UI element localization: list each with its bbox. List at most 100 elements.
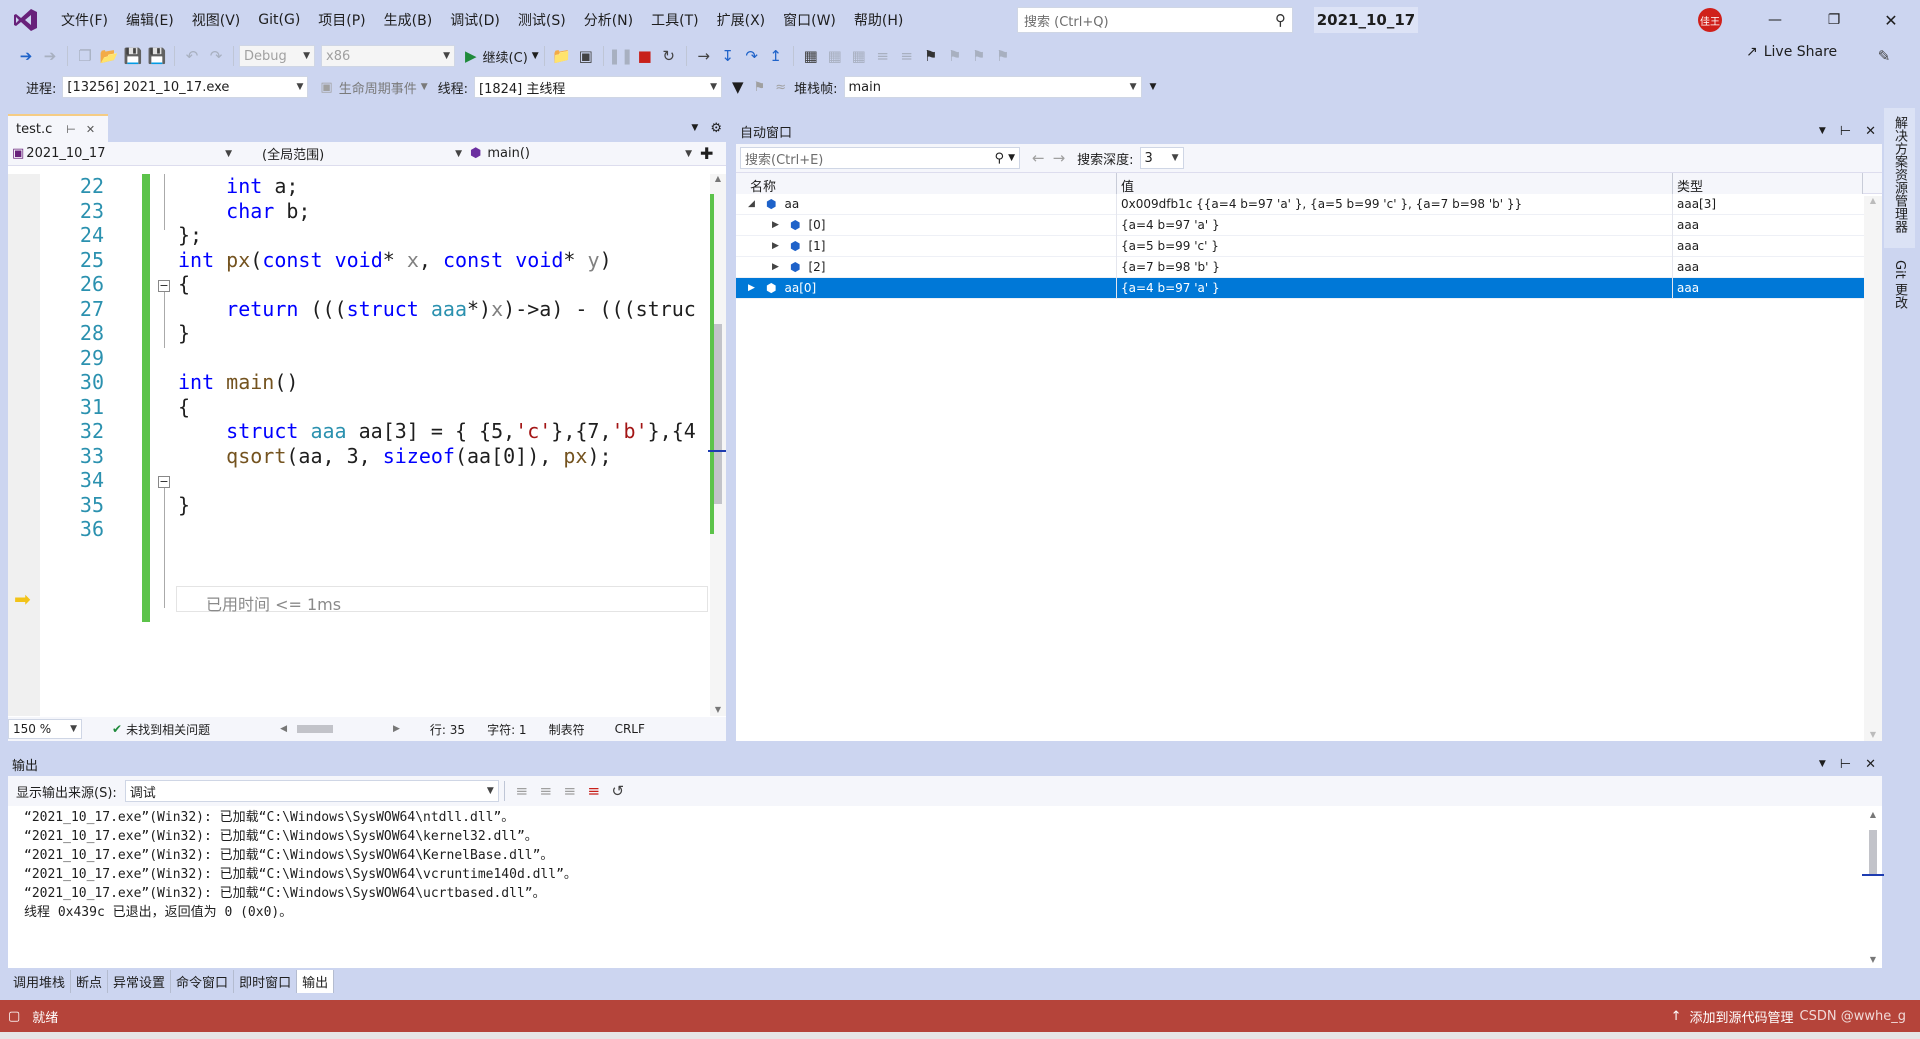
line-indicator[interactable]: 行: 35 bbox=[430, 721, 465, 738]
clear-bookmarks-icon[interactable]: ⚑ bbox=[991, 44, 1015, 68]
close-button[interactable]: ✕ bbox=[1868, 0, 1914, 40]
autos-row[interactable]: ▶ ⬢ [2] {a=7 b=98 'b' } aaa bbox=[736, 256, 1882, 278]
tool-tab[interactable]: 即时窗口 bbox=[234, 969, 298, 993]
prev-message-icon[interactable]: ≡ bbox=[534, 779, 558, 803]
process-combo[interactable]: [13256] 2021_10_17.exe ▼ bbox=[62, 76, 309, 98]
bookmark-icon[interactable]: ⚑ bbox=[919, 44, 943, 68]
output-close-icon[interactable]: ✕ bbox=[1865, 757, 1876, 772]
split-editor-icon[interactable]: ✚ bbox=[700, 144, 713, 163]
function-combo[interactable]: ⬢ main() ▼ bbox=[466, 142, 696, 165]
code-line[interactable]: 35} bbox=[8, 493, 708, 517]
autos-row[interactable]: ▶ ⬢ [0] {a=4 b=97 'a' } aaa bbox=[736, 214, 1882, 236]
expand-arrow-icon[interactable]: ▶ bbox=[772, 262, 786, 272]
variable-value[interactable]: {a=4 b=97 'a' } bbox=[1117, 214, 1673, 236]
step-over-icon[interactable]: ↷ bbox=[740, 44, 764, 68]
stack-frame-combo[interactable]: main ▼ bbox=[843, 76, 1142, 98]
code-line[interactable]: 31 { bbox=[8, 395, 708, 419]
tool-tab[interactable]: 调用堆栈 bbox=[8, 969, 72, 993]
menu-item[interactable]: 窗口(W) bbox=[774, 10, 845, 30]
column-value[interactable]: 值 bbox=[1117, 172, 1673, 195]
collapse-arrow-icon[interactable]: ◢ bbox=[748, 199, 762, 209]
scroll-right-icon[interactable]: ▶ bbox=[393, 724, 400, 734]
column-name[interactable]: 名称 bbox=[736, 172, 1117, 195]
code-line[interactable]: 25 int px(const void* x, const void* y) bbox=[8, 248, 708, 272]
zoom-combo[interactable]: 150 % ▼ bbox=[8, 719, 82, 739]
menu-item[interactable]: 测试(S) bbox=[509, 10, 575, 30]
horizontal-scroll-thumb[interactable] bbox=[297, 725, 333, 733]
hex-display-icon[interactable]: ▦ bbox=[799, 44, 823, 68]
tool-tab[interactable]: 输出 bbox=[297, 969, 335, 993]
code-line[interactable]: 23 char b; bbox=[8, 199, 708, 223]
editor-vertical-scrollbar[interactable]: ▲ ▼ bbox=[708, 174, 726, 716]
thread-combo[interactable]: [1824] 主线程 ▼ bbox=[474, 76, 723, 98]
restore-button[interactable]: ❐ bbox=[1811, 0, 1857, 40]
uncomment-icon[interactable]: ≡ bbox=[895, 44, 919, 68]
autos-row[interactable]: ▶ ⬢ aa[0] {a=4 b=97 'a' } aaa bbox=[736, 277, 1882, 299]
scroll-left-icon[interactable]: ◀ bbox=[280, 724, 287, 734]
menu-item[interactable]: 视图(V) bbox=[183, 10, 250, 30]
eol-indicator[interactable]: CRLF bbox=[615, 722, 645, 736]
feedback-icon[interactable]: ✎ bbox=[1872, 44, 1896, 68]
scroll-thumb[interactable] bbox=[714, 324, 722, 504]
output-source-combo[interactable]: 调试 ▼ bbox=[124, 780, 499, 802]
search-depth-combo[interactable]: 3 ▼ bbox=[1139, 147, 1184, 169]
pause-icon[interactable]: ❚❚ bbox=[608, 44, 633, 68]
search-box[interactable]: 搜索 (Ctrl+Q) ⚲ bbox=[1017, 7, 1293, 33]
output-pin-icon[interactable]: ⊢ bbox=[1840, 757, 1851, 772]
show-next-statement-icon[interactable]: → bbox=[692, 44, 716, 68]
output-options-icon[interactable]: ▼ bbox=[1819, 759, 1826, 769]
undo-icon[interactable]: ↶ bbox=[180, 44, 204, 68]
editor-settings-icon[interactable]: ⚙ bbox=[710, 121, 722, 136]
autos-row[interactable]: ▶ ⬢ [1] {a=5 b=99 'c' } aaa bbox=[736, 235, 1882, 257]
menu-item[interactable]: 调试(D) bbox=[441, 10, 509, 30]
code-line[interactable]: 27 return (((struct aaa*)x)->a) - (((str… bbox=[8, 297, 708, 321]
menu-item[interactable]: 文件(F) bbox=[52, 10, 117, 30]
tab-test-c[interactable]: test.c ⊢ ✕ bbox=[8, 114, 108, 142]
git-changes-tab[interactable]: Git 更改 bbox=[1884, 252, 1915, 317]
redo-icon[interactable]: ↷ bbox=[204, 44, 228, 68]
new-project-icon[interactable]: ❐ bbox=[73, 44, 97, 68]
code-line[interactable]: 32 struct aaa aa[3] = { {5,'c'},{7,'b'},… bbox=[8, 419, 708, 443]
autos-row[interactable]: ◢ ⬢ aa 0x009dfb1c {{a=4 b=97 'a' }, {a=5 b=… bbox=[736, 193, 1882, 215]
output-text[interactable]: “2021_10_17.exe”(Win32): 已加载“C:\Windows\… bbox=[8, 808, 1854, 968]
code-line[interactable]: 24}; bbox=[8, 223, 708, 247]
visual-studio-logo[interactable] bbox=[0, 0, 52, 40]
menu-item[interactable]: 帮助(H) bbox=[845, 10, 912, 30]
find-message-icon[interactable]: ≡ bbox=[510, 779, 534, 803]
menu-item[interactable]: Git(G) bbox=[249, 12, 309, 28]
tool-tab[interactable]: 命令窗口 bbox=[171, 969, 235, 993]
comment-icon[interactable]: ≡ bbox=[871, 44, 895, 68]
autos-options-icon[interactable]: ▼ bbox=[1819, 126, 1826, 136]
code-line[interactable]: 26 { bbox=[8, 272, 708, 296]
prev-bookmark-icon[interactable]: ⚑ bbox=[943, 44, 967, 68]
step-into-icon[interactable]: ↧ bbox=[716, 44, 740, 68]
code-line[interactable]: 29 bbox=[8, 346, 708, 370]
forward-icon[interactable]: ➔ bbox=[38, 44, 62, 68]
back-icon[interactable]: ➔ bbox=[14, 44, 38, 68]
continue-button[interactable]: ▶ 继续(C) ▼ bbox=[465, 47, 539, 66]
code-line[interactable]: 30 int main() bbox=[8, 370, 708, 394]
menu-item[interactable]: 编辑(E) bbox=[117, 10, 183, 30]
autos-close-icon[interactable]: ✕ bbox=[1865, 124, 1876, 139]
save-all-icon[interactable]: 💾 bbox=[145, 44, 169, 68]
issues-status[interactable]: 未找到相关问题 bbox=[126, 721, 210, 738]
clear-all-icon[interactable]: ≡ bbox=[582, 779, 606, 803]
user-avatar[interactable]: 佳王 bbox=[1698, 8, 1722, 32]
code-line[interactable]: 28} bbox=[8, 321, 708, 345]
memory-icon[interactable]: ▦ bbox=[847, 44, 871, 68]
column-type[interactable]: 类型 bbox=[1673, 172, 1863, 195]
live-share-button[interactable]: ↗ Live Share bbox=[1746, 44, 1837, 60]
platform-combo[interactable]: x86 ▼ bbox=[321, 45, 455, 67]
save-icon[interactable]: 💾 bbox=[121, 44, 145, 68]
search-back-icon[interactable]: ← bbox=[1032, 149, 1045, 167]
autos-vertical-scrollbar[interactable]: ▲ ▼ bbox=[1864, 196, 1882, 741]
variable-value[interactable]: {a=7 b=98 'b' } bbox=[1117, 256, 1673, 278]
pin-icon[interactable]: ⊢ bbox=[66, 123, 76, 136]
next-message-icon[interactable]: ≡ bbox=[558, 779, 582, 803]
code-line[interactable]: 22 int a; bbox=[8, 174, 708, 198]
restart-icon[interactable]: ↻ bbox=[657, 44, 681, 68]
variable-value[interactable]: {a=4 b=97 'a' } bbox=[1117, 277, 1673, 299]
next-bookmark-icon[interactable]: ⚑ bbox=[967, 44, 991, 68]
tab-list-icon[interactable]: ▼ bbox=[691, 123, 698, 133]
menu-item[interactable]: 生成(B) bbox=[375, 10, 442, 30]
